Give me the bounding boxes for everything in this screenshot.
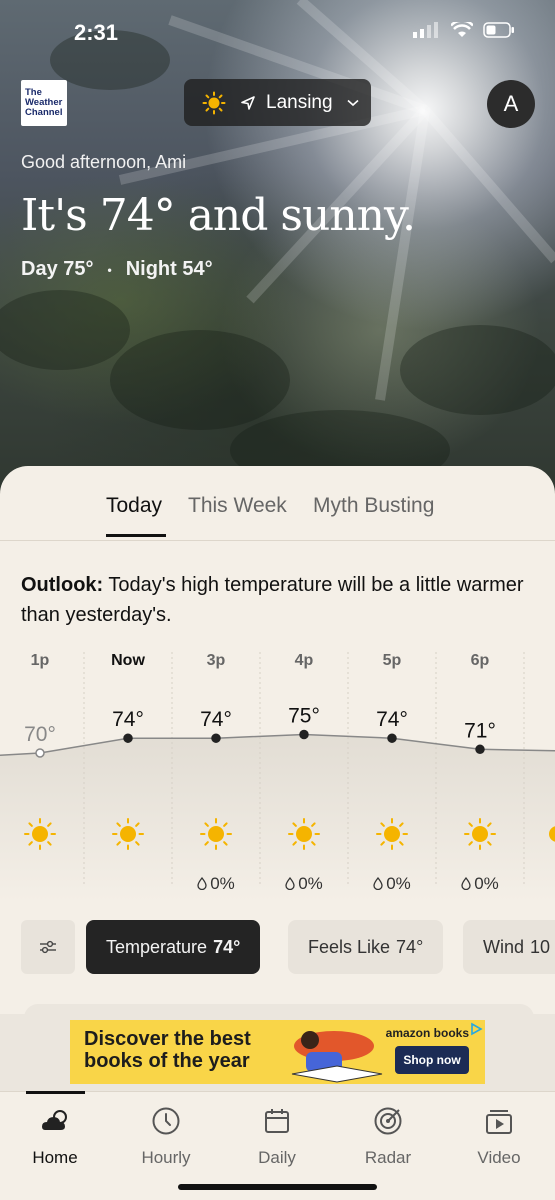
temperature-point [299, 729, 309, 740]
cellular-signal-icon [413, 22, 438, 38]
precip-value: 0% [474, 874, 499, 893]
nav-hourly[interactable]: Hourly [116, 1106, 216, 1168]
hour-label: 3p [172, 652, 260, 670]
hour-label: 4p [260, 652, 348, 670]
temperature-value: 70° [24, 723, 56, 746]
hourly-forecast-strip[interactable]: 70° 74° 74° 75° 74° 71° 1p Now 3p 0% 4p 0% 5p 0% 6p 0% [0, 652, 555, 902]
sun-core [208, 826, 224, 842]
temperature-point [35, 748, 45, 758]
day-temp: Day 75° [21, 258, 94, 280]
raindrop-icon [197, 876, 207, 891]
precip-value: 0% [298, 874, 323, 893]
precip-value: 0% [386, 874, 411, 893]
nav-video[interactable]: Video [449, 1106, 549, 1168]
ad-headline-line2: books of the year [84, 1050, 250, 1072]
raindrop-icon [285, 876, 295, 891]
separator-dot: • [107, 262, 112, 277]
location-name: Lansing [266, 91, 333, 113]
tab-bar: Today This Week Myth Busting [0, 494, 555, 540]
outlook-text: Outlook: Today's high temperature will b… [21, 570, 531, 630]
radar-icon [374, 1107, 402, 1135]
ad-banner[interactable]: Discover the best books of the year amaz… [70, 1020, 485, 1084]
precip-chance: 0% [260, 874, 348, 894]
home-indicator [178, 1184, 377, 1190]
day-night-temps: Day 75° • Night 54° [21, 258, 213, 281]
filter-button[interactable] [21, 920, 75, 974]
sun-core [296, 826, 312, 842]
temperature-value: 71° [464, 719, 496, 742]
temperature-value: 74° [200, 708, 232, 731]
raindrop-icon [373, 876, 383, 891]
hour-time: 6p [470, 652, 490, 669]
raindrop-icon [461, 876, 471, 891]
feels-like-chip[interactable]: Feels Like 74° [288, 920, 444, 974]
ad-shop-now-button[interactable]: Shop now [395, 1046, 469, 1074]
sliders-icon [40, 940, 56, 954]
hour-time: 1p [30, 652, 50, 669]
chevron-down-icon [347, 99, 359, 106]
temperature-point [387, 733, 397, 743]
tab-this-week[interactable]: This Week [188, 494, 287, 538]
clock-icon [152, 1107, 180, 1135]
hour-time: Now [111, 652, 145, 669]
weather-channel-logo[interactable]: The Weather Channel [21, 80, 67, 126]
temperature-chip[interactable]: Temperature 74° [86, 920, 261, 974]
status-time: 2:31 [74, 20, 119, 45]
hour-label: 1p [0, 652, 84, 670]
hour-label: 6p [436, 652, 524, 670]
outlook-label: Outlook: [21, 574, 104, 596]
tab-myth-busting[interactable]: Myth Busting [313, 494, 434, 538]
hero-background: 2:31 The Weather Channel Lansing A Good … [0, 0, 555, 500]
sun-core [120, 826, 136, 842]
ad-choices-icon[interactable] [469, 1022, 483, 1036]
video-icon [486, 1110, 512, 1134]
battery-icon [483, 22, 514, 38]
wifi-icon [451, 22, 473, 37]
cloud-icon [42, 1110, 67, 1130]
current-conditions-headline: It's 74° and sunny. [21, 190, 416, 241]
temperature-value: 74° [112, 708, 144, 731]
temperature-value: 74° [376, 708, 408, 731]
divider [0, 540, 555, 541]
nav-radar[interactable]: Radar [338, 1106, 438, 1168]
hour-label: Now [84, 652, 172, 670]
temperature-point [123, 733, 133, 743]
night-temp: Night 54° [125, 258, 213, 280]
content-sheet: Today This Week Myth Busting Outlook: To… [0, 466, 555, 1200]
greeting-text: Good afternoon, Ami [21, 152, 187, 172]
calendar-icon [265, 1109, 289, 1133]
sun-core [384, 826, 400, 842]
metric-controls: Temperature 74° Feels Like 74° Wind 10 [0, 920, 555, 974]
location-selector[interactable]: Lansing [184, 79, 371, 126]
active-tab-indicator [106, 534, 166, 537]
nav-home[interactable]: Home [5, 1106, 105, 1168]
ad-illustration-image [291, 1031, 383, 1083]
tab-today[interactable]: Today [106, 494, 162, 538]
sun-core [32, 826, 48, 842]
sun-core [472, 826, 488, 842]
ad-brand: amazon books [385, 1026, 469, 1040]
temperature-curve-chart: 70° 74° 74° 75° 74° 71° [0, 652, 555, 902]
hour-time: 3p [206, 652, 226, 669]
temperature-point [475, 744, 485, 755]
sun-icon [202, 91, 226, 114]
precip-chance: 0% [436, 874, 524, 894]
nav-daily[interactable]: Daily [227, 1106, 327, 1168]
hour-label: 5p [348, 652, 436, 670]
temperature-point [211, 733, 221, 743]
precip-chance: 0% [172, 874, 260, 894]
hour-time: 4p [294, 652, 314, 669]
sun-rays-image [0, 0, 555, 490]
precip-value: 0% [210, 874, 235, 893]
profile-avatar[interactable]: A [487, 80, 535, 128]
wind-chip[interactable]: Wind 10 [463, 920, 555, 974]
location-arrow-icon [241, 95, 255, 110]
temperature-value: 75° [288, 705, 320, 728]
status-bar: 2:31 [0, 18, 555, 50]
active-nav-indicator [26, 1091, 85, 1094]
hour-time: 5p [382, 652, 402, 669]
ad-headline-line1: Discover the best [84, 1028, 251, 1050]
precip-chance: 0% [348, 874, 436, 894]
